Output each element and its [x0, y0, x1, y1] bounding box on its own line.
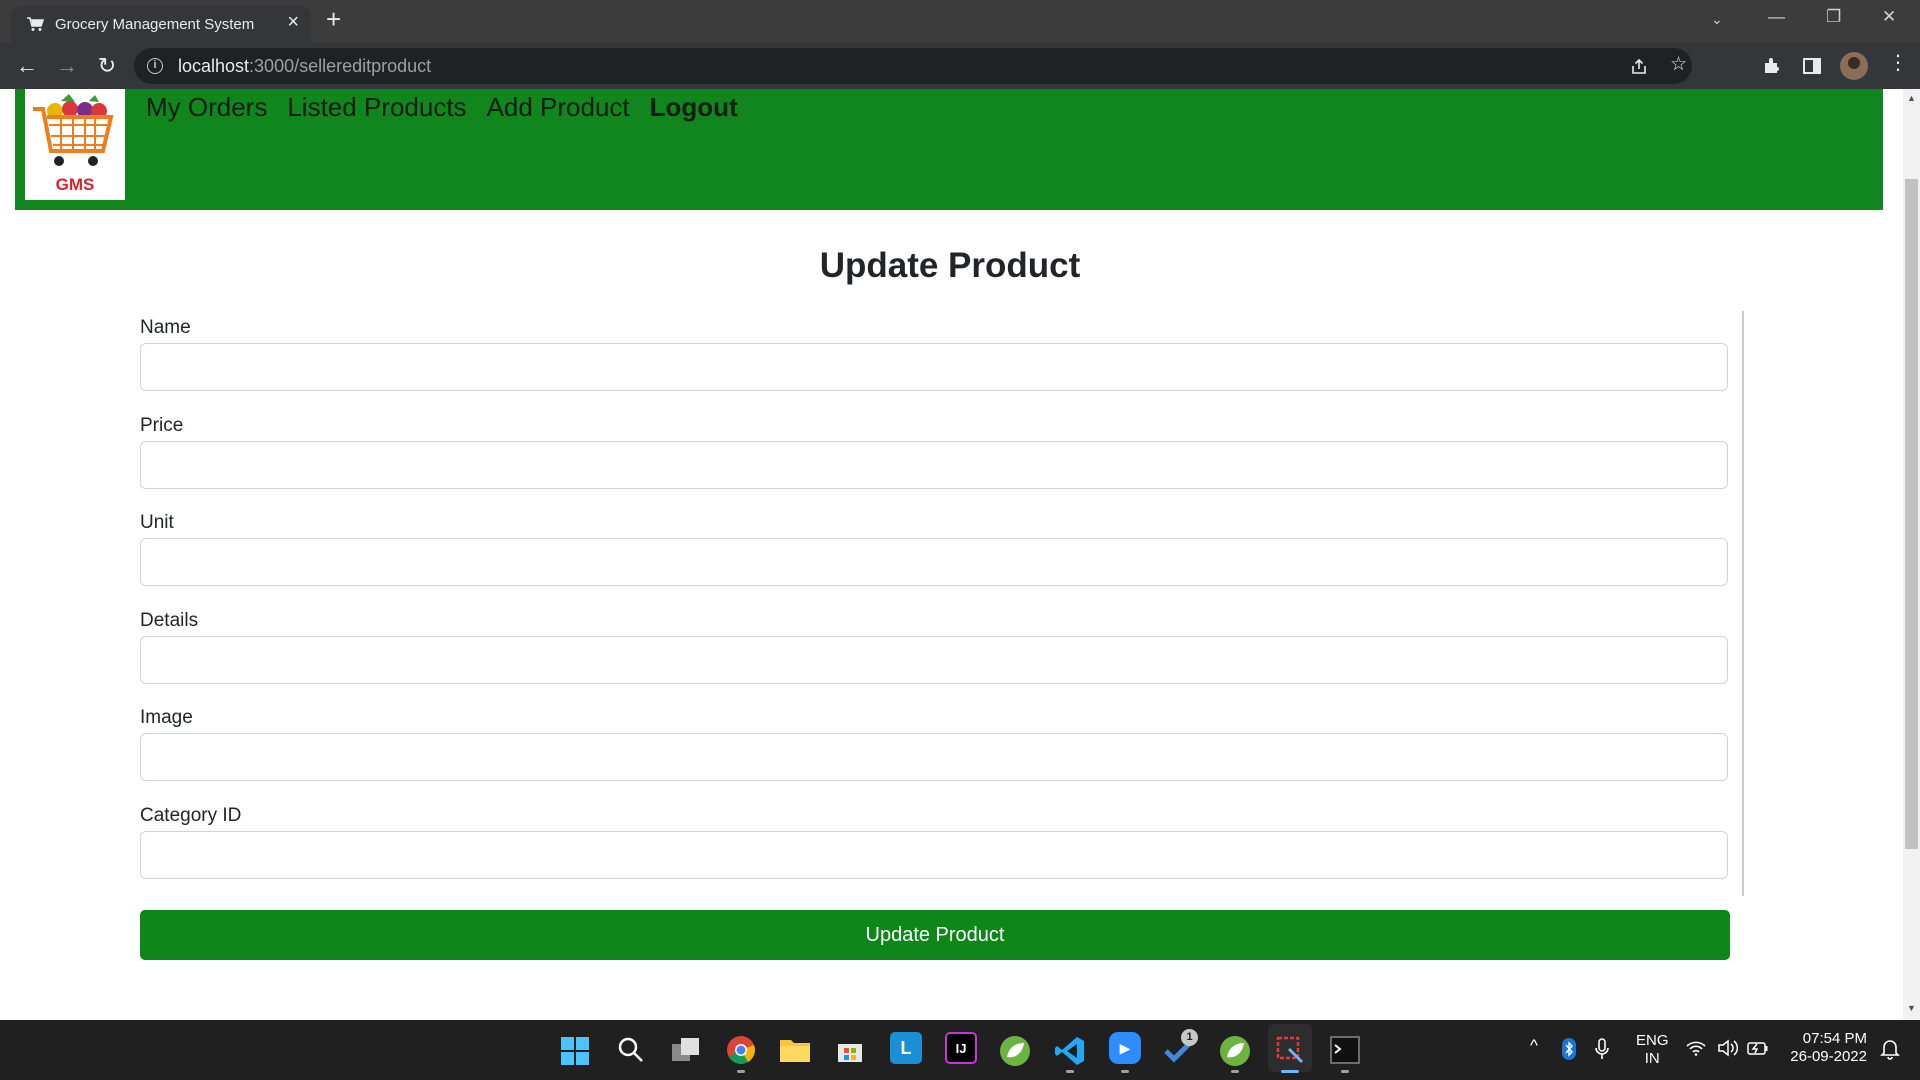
microsoft-store-icon[interactable]	[836, 1036, 864, 1064]
page-title: Update Product	[819, 246, 1081, 285]
zoom-icon[interactable]: ▶	[1109, 1032, 1141, 1064]
clock[interactable]: 07:54 PM 26-09-2022	[1789, 1030, 1867, 1066]
terminal-icon[interactable]	[1330, 1036, 1360, 1064]
bookmark-star-icon[interactable]: ☆	[1670, 55, 1687, 74]
cart-favicon-icon	[27, 17, 44, 31]
spring-tool-suite-icon[interactable]	[999, 1035, 1031, 1067]
task-view-icon[interactable]	[671, 1037, 701, 1063]
side-panel-icon[interactable]	[1802, 56, 1822, 76]
nav-my-orders-link[interactable]: My Orders	[146, 92, 267, 123]
site-info-icon[interactable]: i	[147, 58, 163, 74]
vscode-running-indicator	[1066, 1070, 1074, 1073]
new-tab-icon[interactable]: +	[326, 6, 341, 32]
app-navbar: GMS My Orders Listed Products Add Produc…	[15, 89, 1883, 210]
price-input[interactable]	[140, 441, 1728, 489]
battery-charging-icon[interactable]	[1747, 1040, 1769, 1056]
microphone-icon[interactable]	[1595, 1038, 1609, 1060]
name-label: Name	[140, 317, 191, 338]
nav-logout-link[interactable]: Logout	[650, 92, 738, 123]
nav-links: My Orders Listed Products Add Product Lo…	[146, 92, 738, 123]
chrome-menu-icon[interactable]: ⋮	[1888, 53, 1908, 73]
address-bar[interactable]: i localhost:3000/sellereditproduct ☆	[134, 48, 1692, 84]
scroll-up-arrow-icon[interactable]: ▲	[1903, 93, 1920, 103]
nav-add-product-link[interactable]: Add Product	[487, 92, 630, 123]
notifications-bell-icon[interactable]	[1880, 1038, 1900, 1060]
tab-title: Grocery Management System	[55, 16, 255, 33]
search-icon[interactable]	[617, 1036, 645, 1064]
snipping-tool-icon[interactable]	[1275, 1035, 1305, 1065]
notification-badge: 1	[1181, 1029, 1198, 1046]
windows-taskbar: L IJ ▶ 1 ^ ENG IN 07:54 PM 26-09-2022	[0, 1020, 1920, 1080]
spring-boot-icon[interactable]	[1219, 1035, 1251, 1067]
chevron-up-icon[interactable]: ^	[1530, 1037, 1538, 1054]
back-arrow-icon[interactable]: ←	[14, 53, 40, 79]
wifi-icon[interactable]	[1686, 1040, 1706, 1056]
price-label: Price	[140, 415, 184, 436]
logo-text: GMS	[55, 175, 95, 194]
reload-icon[interactable]: ↻	[94, 53, 120, 79]
snipping-active-indicator	[1281, 1070, 1299, 1073]
scroll-down-arrow-icon[interactable]: ▼	[1903, 1003, 1920, 1013]
update-product-button[interactable]: Update Product	[140, 910, 1730, 960]
unit-label: Unit	[140, 512, 174, 533]
intellij-idea-icon[interactable]: IJ	[945, 1032, 977, 1064]
name-input[interactable]	[140, 343, 1728, 391]
chrome-taskbar-icon[interactable]	[726, 1035, 756, 1065]
url-text: localhost:3000/sellereditproduct	[178, 56, 432, 76]
minimize-icon[interactable]: —	[1768, 8, 1785, 25]
forward-arrow-icon[interactable]: →	[54, 53, 80, 79]
details-label: Details	[140, 610, 199, 631]
details-input[interactable]	[140, 636, 1728, 684]
chrome-running-indicator	[737, 1070, 745, 1073]
category-id-input[interactable]	[140, 831, 1728, 879]
vscode-icon[interactable]	[1054, 1035, 1086, 1067]
image-label: Image	[140, 707, 193, 728]
tab-search-chevron-icon[interactable]: ⌄	[1711, 12, 1723, 26]
browser-tab-strip: Grocery Management System × + ⌄ — ❐ ✕	[0, 0, 1920, 43]
page-viewport: GMS My Orders Listed Products Add Produc…	[0, 89, 1903, 1020]
unit-input[interactable]	[140, 538, 1728, 586]
scrollbar-thumb[interactable]	[1905, 179, 1918, 849]
browser-tab[interactable]: Grocery Management System ×	[11, 6, 311, 43]
page-scrollbar[interactable]: ▲ ▼	[1903, 89, 1920, 1020]
language-indicator[interactable]: ENG IN	[1636, 1032, 1669, 1068]
window-close-icon[interactable]: ✕	[1882, 8, 1896, 25]
gms-logo[interactable]: GMS	[25, 89, 125, 200]
extensions-puzzle-icon[interactable]	[1762, 56, 1782, 76]
restore-icon[interactable]: ❐	[1826, 8, 1841, 25]
image-input[interactable]	[140, 733, 1728, 781]
windows-start-icon[interactable]	[560, 1036, 590, 1066]
l-app-icon[interactable]: L	[890, 1032, 922, 1064]
share-icon[interactable]	[1630, 58, 1648, 76]
volume-icon[interactable]	[1717, 1039, 1739, 1057]
bluetooth-icon[interactable]	[1562, 1038, 1576, 1060]
category-id-label: Category ID	[140, 805, 242, 826]
browser-toolbar: ← → ↻ i localhost:3000/sellereditproduct…	[0, 43, 1920, 89]
form-divider	[1742, 311, 1744, 896]
nav-listed-products-link[interactable]: Listed Products	[287, 92, 466, 123]
tab-close-icon[interactable]: ×	[287, 12, 299, 32]
file-explorer-icon[interactable]	[779, 1037, 811, 1063]
terminal-running-indicator	[1341, 1070, 1349, 1073]
spring-running-indicator	[1231, 1070, 1239, 1073]
zoom-running-indicator	[1121, 1070, 1129, 1073]
profile-avatar[interactable]	[1840, 52, 1868, 80]
